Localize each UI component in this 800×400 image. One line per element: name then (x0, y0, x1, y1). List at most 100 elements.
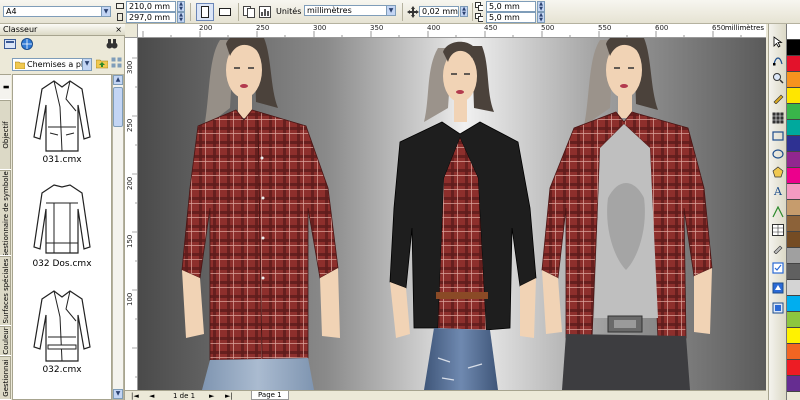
color-swatch[interactable] (787, 232, 800, 248)
color-swatch[interactable] (787, 200, 800, 216)
tab-label: Objectif (1, 121, 10, 149)
tab-special-surfaces[interactable]: Surfaces spéciales (0, 256, 11, 326)
color-swatch[interactable] (787, 360, 800, 376)
duplicate-y-spinner[interactable]: ▲ ▼ (537, 12, 545, 23)
ellipse-tool[interactable] (770, 146, 786, 161)
folder-icon (15, 61, 25, 69)
rectangle-tool[interactable] (770, 128, 786, 143)
next-page-icon[interactable]: ► (209, 392, 214, 400)
color-swatch[interactable] (787, 168, 800, 184)
page-width-field[interactable]: 210,0 mm (126, 1, 176, 12)
view-mode-button[interactable] (110, 56, 124, 70)
pick-tool[interactable] (770, 34, 786, 49)
ruler-origin[interactable] (125, 24, 138, 38)
browse-button[interactable] (3, 37, 17, 51)
outline-tool[interactable] (770, 260, 786, 275)
fill-tool[interactable] (770, 280, 786, 295)
docker-scrollbar[interactable]: ▲ ▼ (112, 74, 124, 400)
interactive-fill-tool[interactable] (770, 300, 786, 315)
tab-classeur-active[interactable]: ▮ (0, 74, 11, 100)
figure-left[interactable] (181, 38, 340, 390)
close-icon[interactable]: × (115, 25, 122, 34)
first-page-icon[interactable]: |◄ (131, 392, 139, 400)
duplicate-x-field[interactable]: 5,0 mm (486, 1, 536, 12)
color-swatch[interactable] (787, 104, 800, 120)
shape-tool[interactable] (770, 52, 786, 67)
view-icon (111, 57, 122, 68)
current-page-button[interactable] (256, 3, 274, 21)
chevron-down-icon[interactable]: ▼ (386, 6, 395, 15)
tab-page-1[interactable]: Page 1 (251, 391, 289, 400)
color-swatch[interactable] (787, 184, 800, 200)
page-tab-label: Page 1 (258, 391, 282, 399)
chevron-down-icon[interactable]: ▼ (101, 7, 110, 16)
chevron-down-icon[interactable]: ▼ (82, 59, 91, 70)
color-swatch[interactable] (787, 152, 800, 168)
tab-objectif[interactable]: Objectif (0, 100, 11, 170)
drawing-canvas[interactable] (138, 38, 766, 390)
thumbnail-list[interactable]: 031.cmx 032 Dos.cmx 032.cmx (12, 74, 112, 400)
prev-page-icon[interactable]: ◄ (149, 392, 154, 400)
smart-fill-tool[interactable] (770, 110, 786, 125)
nudge-value: 0,02 mm (422, 7, 458, 16)
up-folder-button[interactable] (95, 56, 109, 70)
color-swatch[interactable] (787, 280, 800, 296)
search-button[interactable] (105, 37, 119, 51)
scroll-thumb[interactable] (113, 87, 123, 127)
folder-select[interactable]: Chemises a plat ▼ (12, 58, 92, 71)
figure-right[interactable] (541, 38, 713, 390)
table-tool[interactable] (770, 222, 786, 237)
scroll-up-arrow[interactable]: ▲ (113, 75, 123, 85)
docker-toolbar (0, 36, 125, 54)
color-swatch[interactable] (787, 328, 800, 344)
list-item[interactable]: 031.cmx (13, 75, 111, 183)
color-swatch[interactable] (787, 24, 800, 40)
scroll-down-arrow[interactable]: ▼ (113, 389, 123, 399)
ruler-tick-label: 200 (199, 24, 213, 32)
tab-manager[interactable]: Gestionnai (0, 356, 11, 400)
binoculars-icon (106, 39, 118, 49)
vertical-ruler[interactable]: 300 250 200 150 100 (125, 38, 138, 390)
color-swatch[interactable] (787, 72, 800, 88)
eyedropper-tool[interactable] (770, 240, 786, 255)
color-swatch[interactable] (787, 248, 800, 264)
list-item[interactable]: 032 Dos.cmx (13, 179, 111, 287)
color-swatch[interactable] (787, 56, 800, 72)
list-item[interactable]: 032.cmx (13, 285, 111, 393)
tab-symbol-manager[interactable]: Gestionnaire de symboles (0, 170, 11, 256)
page-height-field[interactable]: 297,0 mm (126, 12, 176, 23)
page-width-spinner[interactable]: ▲ ▼ (177, 1, 185, 12)
color-swatch[interactable] (787, 264, 800, 280)
nudge-spinner[interactable]: ▲ ▼ (460, 6, 468, 17)
polygon-tool[interactable] (770, 164, 786, 179)
interactive-tool[interactable] (770, 204, 786, 219)
color-swatch[interactable] (787, 88, 800, 104)
web-button[interactable] (20, 37, 34, 51)
duplicate-y-field[interactable]: 5,0 mm (486, 12, 536, 23)
color-swatch[interactable] (787, 344, 800, 360)
figure-center[interactable] (389, 41, 537, 390)
freehand-tool[interactable] (770, 90, 786, 105)
color-swatch[interactable] (787, 376, 800, 392)
color-swatch[interactable] (787, 216, 800, 232)
color-swatch[interactable] (787, 136, 800, 152)
horizontal-ruler[interactable]: 200 250 300 350 400 450 500 550 600 650 … (125, 24, 766, 38)
eyedropper-icon (773, 245, 783, 254)
duplicate-x-spinner[interactable]: ▲ ▼ (537, 1, 545, 12)
color-swatch[interactable] (787, 120, 800, 136)
tab-colour[interactable]: Couleur (0, 326, 11, 356)
color-swatch[interactable] (787, 40, 800, 56)
portrait-button[interactable] (196, 3, 214, 21)
landscape-button[interactable] (216, 3, 234, 21)
text-tool[interactable]: A (770, 184, 786, 199)
ruler-tick-label: 250 (126, 118, 134, 132)
last-page-icon[interactable]: ►| (225, 392, 233, 400)
color-swatch[interactable] (787, 296, 800, 312)
page-width-value: 210,0 mm (129, 2, 171, 11)
paper-size-select[interactable]: A4 ▼ (3, 6, 111, 17)
color-swatch[interactable] (787, 312, 800, 328)
nudge-field[interactable]: 0,02 mm (419, 6, 459, 17)
page-height-spinner[interactable]: ▲ ▼ (177, 12, 185, 23)
zoom-tool[interactable] (770, 70, 786, 85)
units-select[interactable]: millimètres ▼ (304, 5, 396, 16)
